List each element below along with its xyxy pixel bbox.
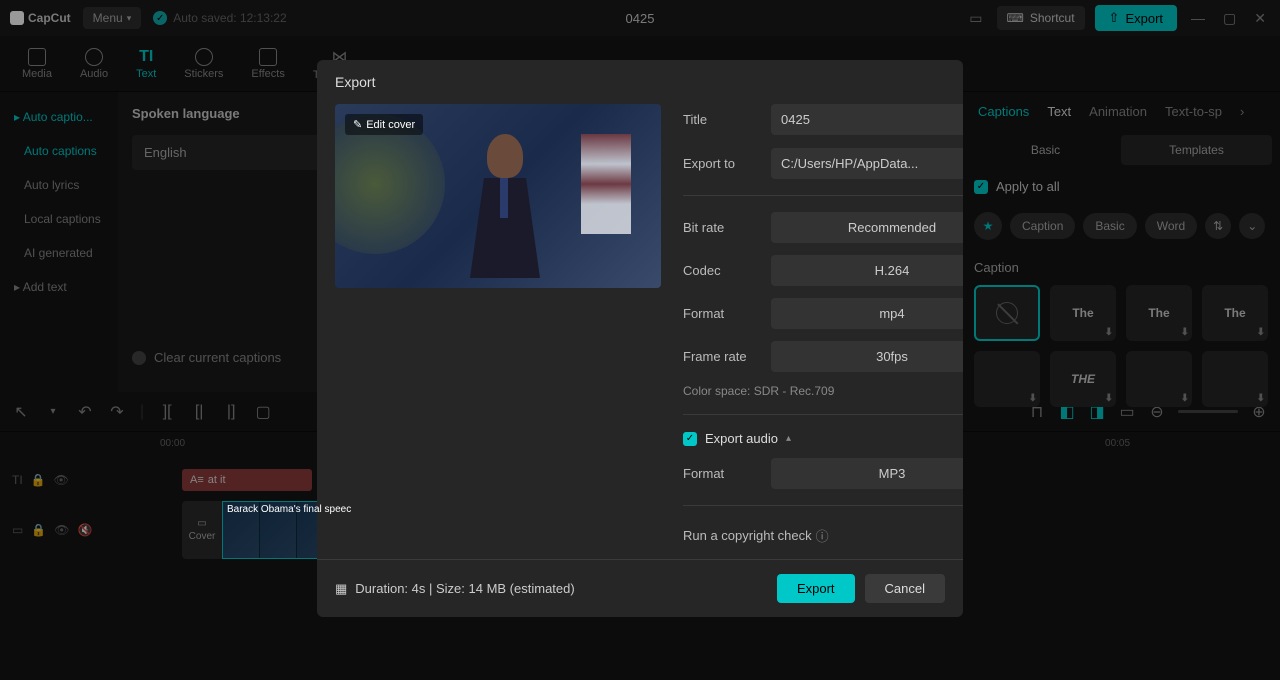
codec-label: Codec — [683, 263, 759, 278]
audio-format-select[interactable]: MP3 — [771, 458, 963, 489]
audio-format-label: Format — [683, 466, 759, 481]
codec-select[interactable]: H.264 — [771, 255, 963, 286]
title-input[interactable] — [771, 104, 963, 135]
bitrate-select[interactable]: Recommended — [771, 212, 963, 243]
export-modal: Export ✎Edit cover Title Export to 🗀 — [317, 60, 963, 617]
cancel-button[interactable]: Cancel — [865, 574, 945, 603]
copyright-label: Run a copyright checkⓘ — [683, 526, 829, 545]
duration-info: ▦Duration: 4s | Size: 14 MB (estimated) — [335, 581, 575, 597]
framerate-select[interactable]: 30fps — [771, 341, 963, 372]
film-icon: ▦ — [335, 581, 347, 597]
colorspace-info: Color space: SDR - Rec.709 — [683, 384, 963, 398]
title-label: Title — [683, 112, 759, 127]
bitrate-label: Bit rate — [683, 220, 759, 235]
modal-title: Export — [317, 60, 963, 104]
framerate-label: Frame rate — [683, 349, 759, 364]
collapse-icon[interactable]: ▴ — [786, 433, 791, 444]
cover-preview: ✎Edit cover — [335, 104, 661, 288]
edit-cover-button[interactable]: ✎Edit cover — [345, 114, 423, 135]
export-audio-label: Export audio — [705, 431, 778, 446]
export-confirm-button[interactable]: Export — [777, 574, 855, 603]
export-path-input[interactable] — [771, 148, 963, 179]
format-select[interactable]: mp4 — [771, 298, 963, 329]
export-to-label: Export to — [683, 156, 759, 171]
info-icon[interactable]: ⓘ — [816, 526, 829, 545]
modal-overlay: Export ✎Edit cover Title Export to 🗀 — [0, 0, 1280, 680]
format-label: Format — [683, 306, 759, 321]
pencil-icon: ✎ — [353, 118, 362, 131]
export-audio-checkbox[interactable]: ✓ — [683, 432, 697, 446]
